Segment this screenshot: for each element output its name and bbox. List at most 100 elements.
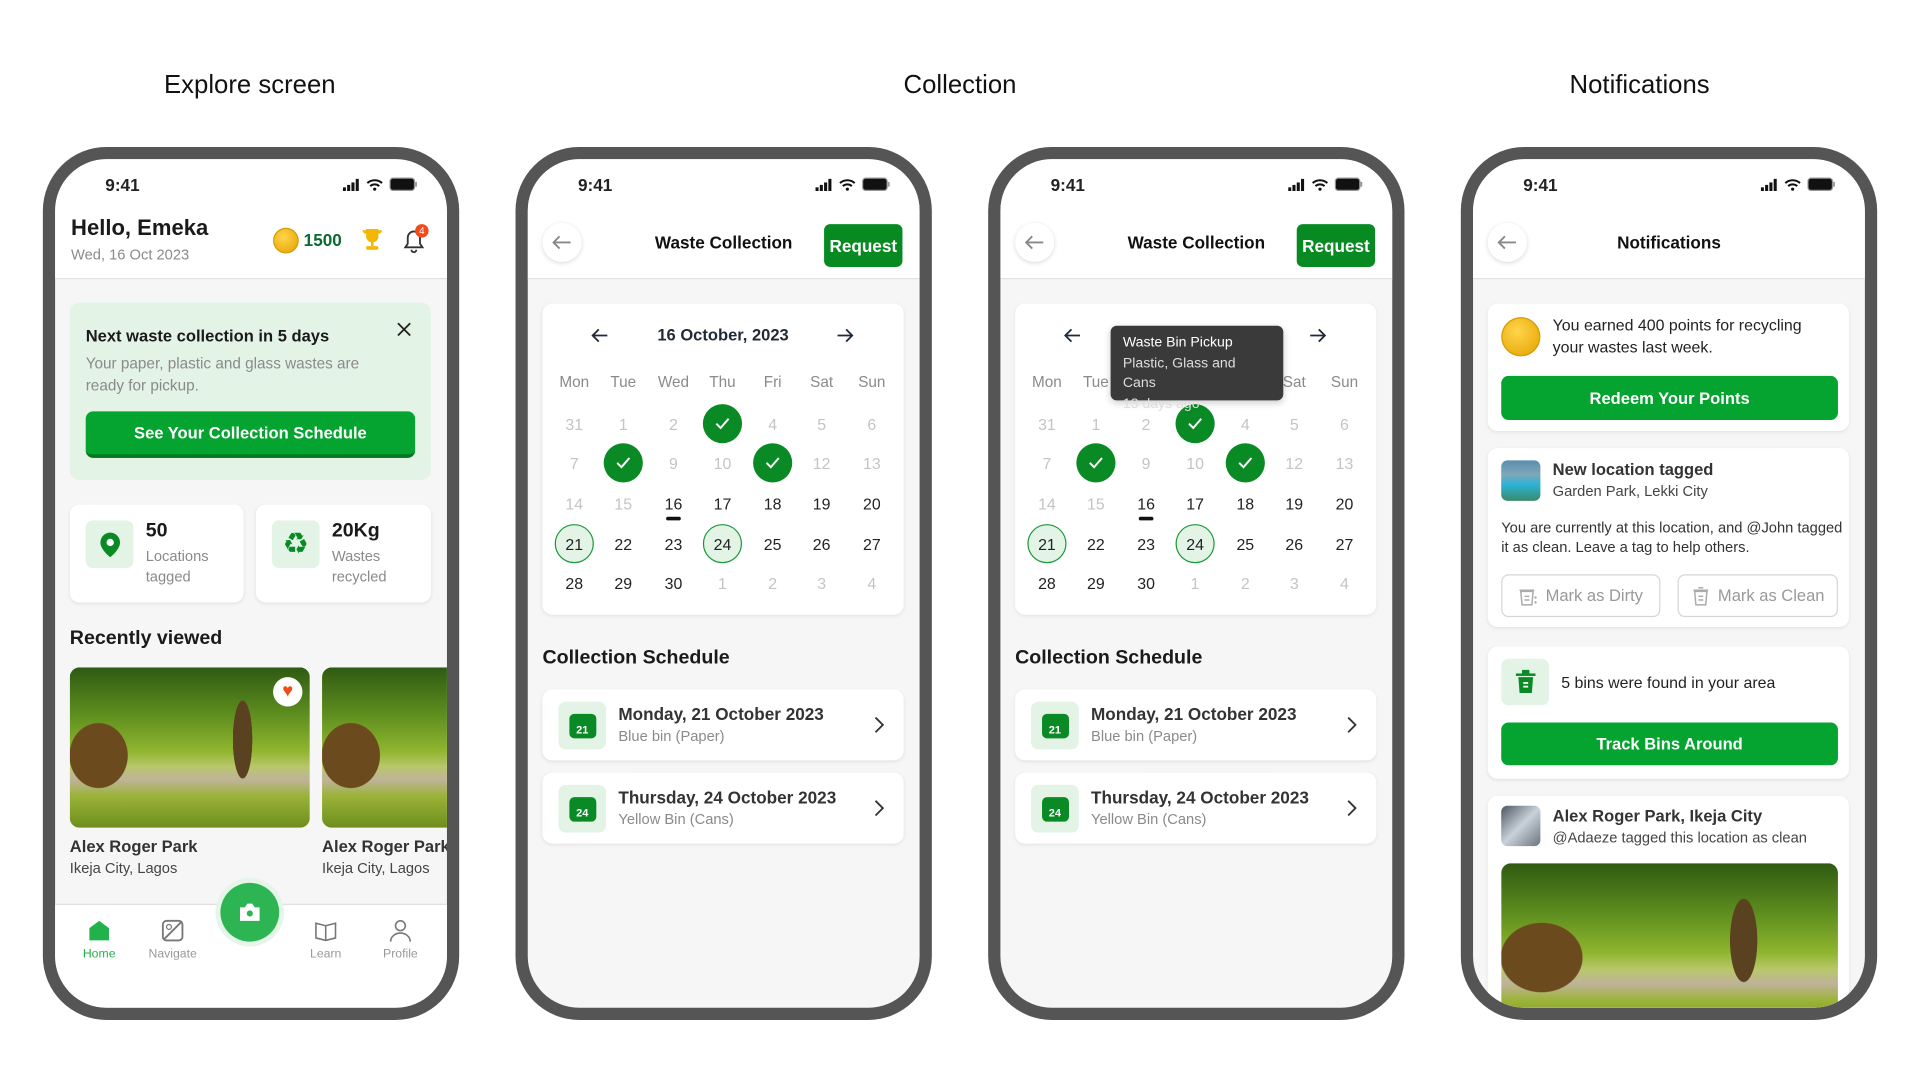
calendar-day[interactable]: 9 bbox=[654, 443, 693, 482]
calendar-day[interactable]: 2 bbox=[753, 563, 792, 602]
place-name[interactable]: Alex Roger Park bbox=[70, 838, 198, 856]
nav-navigate[interactable]: Navigate bbox=[136, 918, 209, 961]
calendar-day[interactable]: 29 bbox=[1076, 563, 1115, 602]
calendar-day-scheduled[interactable]: 24 bbox=[702, 524, 743, 564]
calendar-day[interactable]: 20 bbox=[1325, 484, 1364, 523]
calendar-day[interactable]: 7 bbox=[555, 443, 594, 482]
place-name[interactable]: Alex Roger Park bbox=[322, 838, 447, 856]
calendar-day-scheduled[interactable]: 24 bbox=[1175, 524, 1215, 564]
calendar-day[interactable]: 22 bbox=[604, 524, 643, 563]
calendar-day[interactable]: 25 bbox=[753, 524, 792, 563]
calendar-day[interactable]: 31 bbox=[555, 404, 594, 443]
calendar-day[interactable]: 18 bbox=[1226, 484, 1265, 523]
nav-profile[interactable]: Profile bbox=[364, 918, 437, 961]
calendar-day-today[interactable]: 16 bbox=[1127, 484, 1166, 523]
park-image[interactable]: ♥ bbox=[69, 667, 310, 828]
next-month-icon[interactable] bbox=[1309, 328, 1327, 343]
calendar-day[interactable]: 30 bbox=[654, 563, 693, 602]
calendar-day[interactable]: 23 bbox=[1127, 524, 1166, 563]
calendar-day[interactable]: 3 bbox=[802, 563, 841, 602]
chevron-right-icon[interactable] bbox=[1347, 716, 1357, 733]
calendar-day[interactable]: 10 bbox=[1176, 443, 1215, 482]
heart-icon[interactable]: ♥ bbox=[273, 677, 303, 707]
calendar-day[interactable]: 4 bbox=[1325, 563, 1364, 602]
close-icon[interactable] bbox=[397, 322, 412, 337]
calendar-day[interactable]: 14 bbox=[1027, 484, 1066, 523]
points-balance[interactable]: 1500 bbox=[304, 230, 342, 250]
calendar-day-completed[interactable] bbox=[702, 404, 743, 444]
calendar-day[interactable]: 17 bbox=[703, 484, 742, 523]
calendar-day[interactable]: 4 bbox=[852, 563, 891, 602]
calendar-day[interactable]: 30 bbox=[1127, 563, 1166, 602]
calendar-day[interactable]: 17 bbox=[1176, 484, 1215, 523]
chevron-right-icon[interactable] bbox=[874, 716, 885, 733]
calendar-day[interactable]: 28 bbox=[555, 563, 594, 602]
schedule-item[interactable]: 21 Monday, 21 October 2023 Blue bin (Paper… bbox=[542, 689, 904, 761]
calendar-day[interactable]: 3 bbox=[1275, 563, 1314, 602]
calendar-day[interactable]: 19 bbox=[1275, 484, 1314, 523]
request-button[interactable]: Request bbox=[824, 224, 903, 267]
calendar-day[interactable]: 26 bbox=[802, 524, 841, 563]
request-button[interactable]: Request bbox=[1296, 224, 1376, 267]
calendar-day[interactable]: 14 bbox=[555, 484, 594, 523]
camera-button[interactable] bbox=[215, 877, 285, 947]
calendar-day[interactable]: 15 bbox=[1076, 484, 1115, 523]
track-bins-button[interactable]: Track Bins Around bbox=[1501, 722, 1838, 766]
nav-learn[interactable]: Learn bbox=[289, 918, 362, 961]
calendar-day-completed[interactable] bbox=[1225, 443, 1265, 483]
park-image[interactable] bbox=[322, 667, 447, 828]
schedule-item[interactable]: 24 Thursday, 24 October 2023 Yellow Bin (C… bbox=[1015, 772, 1377, 844]
chevron-right-icon[interactable] bbox=[1347, 800, 1357, 817]
calendar-day[interactable]: 4 bbox=[753, 404, 792, 443]
calendar-day[interactable]: 12 bbox=[1275, 443, 1314, 482]
calendar-day[interactable]: 20 bbox=[852, 484, 891, 523]
mark-clean-button[interactable]: Mark as Clean bbox=[1677, 574, 1838, 618]
calendar-day-scheduled[interactable]: 21 bbox=[1027, 524, 1067, 564]
next-month-icon[interactable] bbox=[836, 328, 854, 343]
calendar-day-completed[interactable] bbox=[603, 443, 643, 483]
calendar-day[interactable]: 27 bbox=[1325, 524, 1364, 563]
schedule-item[interactable]: 21 Monday, 21 October 2023 Blue bin (Paper… bbox=[1015, 689, 1377, 761]
calendar-day[interactable]: 22 bbox=[1076, 524, 1115, 563]
calendar-day[interactable]: 25 bbox=[1226, 524, 1265, 563]
calendar-day[interactable]: 10 bbox=[703, 443, 742, 482]
trophy-icon[interactable] bbox=[360, 227, 384, 254]
calendar-day[interactable]: 19 bbox=[802, 484, 841, 523]
calendar-day[interactable]: 6 bbox=[852, 404, 891, 443]
calendar-day[interactable]: 1 bbox=[604, 404, 643, 443]
status-icons bbox=[1288, 177, 1363, 192]
calendar-day[interactable]: 28 bbox=[1027, 563, 1066, 602]
calendar-day[interactable]: 7 bbox=[1027, 443, 1066, 482]
calendar-day[interactable]: 1 bbox=[703, 563, 742, 602]
calendar-day[interactable]: 6 bbox=[1325, 404, 1364, 443]
calendar-day[interactable]: 29 bbox=[604, 563, 643, 602]
calendar-day[interactable]: 31 bbox=[1027, 404, 1066, 443]
calendar-day[interactable]: 5 bbox=[1275, 404, 1314, 443]
calendar-day-completed[interactable] bbox=[753, 443, 793, 483]
calendar-day[interactable]: 13 bbox=[1325, 443, 1364, 482]
calendar-day[interactable]: 2 bbox=[1226, 563, 1265, 602]
schedule-item[interactable]: 24 Thursday, 24 October 2023 Yellow Bin (C… bbox=[542, 772, 904, 844]
calendar-day-today[interactable]: 16 bbox=[654, 484, 693, 523]
see-schedule-button[interactable]: See Your Collection Schedule bbox=[85, 411, 416, 458]
current-date: Wed, 16 Oct 2023 bbox=[71, 246, 190, 264]
calendar-day-completed[interactable] bbox=[1076, 443, 1116, 483]
calendar-day[interactable]: 18 bbox=[753, 484, 792, 523]
redeem-points-button[interactable]: Redeem Your Points bbox=[1501, 375, 1838, 421]
nav-home[interactable]: Home bbox=[62, 918, 135, 961]
park-image[interactable] bbox=[1501, 863, 1838, 1008]
mark-dirty-button[interactable]: Mark as Dirty bbox=[1501, 574, 1661, 618]
calendar-day[interactable]: 13 bbox=[852, 443, 891, 482]
calendar-day[interactable]: 2 bbox=[654, 404, 693, 443]
calendar-day-scheduled[interactable]: 21 bbox=[554, 524, 594, 564]
calendar-day[interactable]: 1 bbox=[1076, 404, 1115, 443]
calendar-day[interactable]: 1 bbox=[1176, 563, 1215, 602]
chevron-right-icon[interactable] bbox=[874, 800, 885, 817]
calendar-day[interactable]: 15 bbox=[604, 484, 643, 523]
calendar-day[interactable]: 5 bbox=[802, 404, 841, 443]
calendar-day[interactable]: 9 bbox=[1127, 443, 1166, 482]
calendar-day[interactable]: 26 bbox=[1275, 524, 1314, 563]
calendar-day[interactable]: 27 bbox=[852, 524, 891, 563]
calendar-day[interactable]: 23 bbox=[654, 524, 693, 563]
calendar-day[interactable]: 12 bbox=[802, 443, 841, 482]
